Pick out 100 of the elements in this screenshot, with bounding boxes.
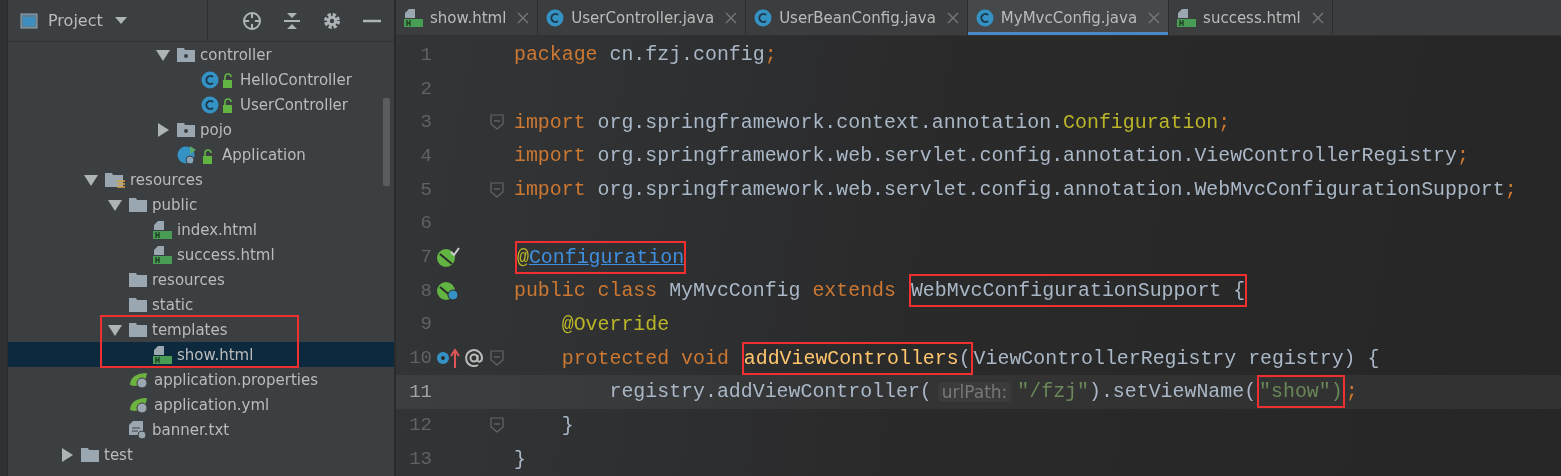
close-icon[interactable]: [946, 11, 959, 24]
settings-icon[interactable]: [322, 10, 342, 31]
html-file-icon: [153, 245, 172, 264]
caret-icon[interactable]: [114, 16, 127, 25]
code-text: ;: [1504, 178, 1517, 202]
code-text: Configuration: [1063, 110, 1219, 134]
expanded-arrow-icon[interactable]: [156, 48, 170, 61]
fold-marker-icon[interactable]: [490, 181, 504, 198]
expanded-arrow-icon[interactable]: [108, 323, 122, 336]
html-file-icon: [153, 345, 172, 364]
tree-row[interactable]: public: [8, 192, 394, 217]
code-text: ViewControllerRegistry registry) {: [973, 346, 1380, 370]
tree-row[interactable]: test: [8, 442, 394, 467]
class-icon: [975, 8, 994, 27]
collapsed-arrow-icon[interactable]: [61, 447, 73, 462]
bean-icon[interactable]: [436, 246, 460, 269]
code-text: import: [514, 178, 586, 202]
code-text: }: [560, 413, 574, 437]
code-text: WebMvcConfigurationSupport {: [910, 279, 1246, 303]
code-text: public class: [514, 279, 658, 303]
expanded-arrow-icon[interactable]: [108, 198, 122, 211]
tree-row[interactable]: templates: [8, 317, 394, 342]
code-text: (: [958, 346, 971, 370]
package-icon: [177, 47, 195, 62]
code-text: @: [517, 245, 529, 269]
locate-icon[interactable]: [242, 10, 262, 31]
tree-row[interactable]: pojo: [8, 117, 394, 142]
panel-title[interactable]: Project: [48, 11, 103, 30]
folder-icon: [129, 322, 147, 337]
tree-row[interactable]: index.html: [8, 217, 394, 242]
tree-row[interactable]: Application: [8, 142, 394, 167]
code-text: Configuration: [528, 245, 685, 269]
class-icon: [754, 8, 773, 27]
tree-row[interactable]: UserController: [8, 92, 394, 117]
tree-label: HelloController: [240, 70, 352, 89]
fold-marker-icon[interactable]: [490, 350, 504, 367]
override-icon[interactable]: [436, 347, 462, 370]
close-icon[interactable]: [1311, 11, 1324, 24]
tree-row[interactable]: application.yml: [8, 392, 394, 417]
folder-icon: [129, 297, 147, 312]
expanded-arrow-icon[interactable]: [84, 173, 98, 186]
tree-label: index.html: [177, 220, 257, 239]
tree-row[interactable]: resources: [8, 167, 394, 192]
code-text: @Override: [560, 312, 670, 336]
tree-label: controller: [200, 45, 272, 64]
fold-marker-icon[interactable]: [490, 114, 504, 131]
tree-label: success.html: [177, 245, 275, 264]
tree-label: resources: [130, 170, 203, 189]
line-number: 11: [408, 380, 432, 403]
tree-label: application.yml: [154, 395, 270, 414]
class-icon: [201, 70, 235, 89]
tree-label: pojo: [200, 120, 233, 139]
tree-label: banner.txt: [152, 420, 230, 439]
spring-leaf-icon: [129, 395, 149, 414]
html-file-icon: [1177, 8, 1197, 27]
file-tab[interactable]: success.html: [1169, 0, 1333, 36]
tree-row[interactable]: controller: [8, 42, 394, 67]
code-text: org.springframework.context.annotation.: [596, 110, 1064, 134]
code-text: ;: [1218, 110, 1231, 134]
tree-row[interactable]: resources: [8, 267, 394, 292]
tree-row[interactable]: success.html: [8, 242, 394, 267]
folder-icon: [129, 272, 147, 287]
html-file-icon: [153, 220, 172, 239]
folder-icon: [81, 447, 99, 462]
tree-label: templates: [152, 320, 228, 339]
spring-leaf-icon: [129, 370, 149, 389]
tree-label: application.properties: [154, 370, 319, 389]
file-tab[interactable]: UserBeanConfig.java: [746, 0, 968, 36]
tree-label: resources: [152, 270, 225, 289]
tree-row[interactable]: banner.txt: [8, 417, 394, 442]
tree-row[interactable]: HelloController: [8, 67, 394, 92]
tree-label: Application: [222, 145, 306, 164]
code-text: org.springframework.web.servlet.config.annotation.ViewControllerRegistry: [596, 144, 1457, 168]
scrollbar[interactable]: [383, 98, 390, 186]
annotation-icon[interactable]: [464, 348, 484, 369]
close-icon[interactable]: [725, 11, 738, 24]
file-tab[interactable]: show.html: [396, 0, 539, 36]
code-text: extends: [812, 279, 897, 303]
code-text: import: [514, 144, 586, 168]
tree-row[interactable]: static: [8, 292, 394, 317]
tree-row[interactable]: application.properties: [8, 367, 394, 392]
code-text: MyMvcConfig: [668, 279, 802, 303]
code-text: addViewControllers: [743, 346, 959, 370]
file-tab[interactable]: MyMvcConfig.java: [967, 0, 1170, 36]
code-text: ;: [764, 43, 777, 67]
file-tab[interactable]: UserController.java: [538, 0, 747, 36]
tree-label: show.html: [177, 345, 254, 364]
code-text: cn.fzj.config: [608, 43, 765, 67]
code-text: org.springframework.web.servlet.config.annotation.WebMvcConfigurationSupport: [596, 178, 1505, 202]
collapse-icon[interactable]: [282, 10, 302, 31]
close-icon[interactable]: [517, 11, 530, 24]
selected-tree-row[interactable]: show.html: [8, 342, 394, 367]
fold-marker-icon[interactable]: [490, 417, 504, 434]
window-icon: [20, 12, 38, 29]
code-text: package: [514, 43, 598, 67]
bean-icon[interactable]: [436, 279, 460, 302]
collapsed-arrow-icon[interactable]: [157, 122, 169, 137]
code-text: registry.addViewController(: [608, 380, 932, 404]
code-text: ).setViewName(: [1088, 380, 1257, 404]
code-text: "show"): [1259, 380, 1343, 404]
